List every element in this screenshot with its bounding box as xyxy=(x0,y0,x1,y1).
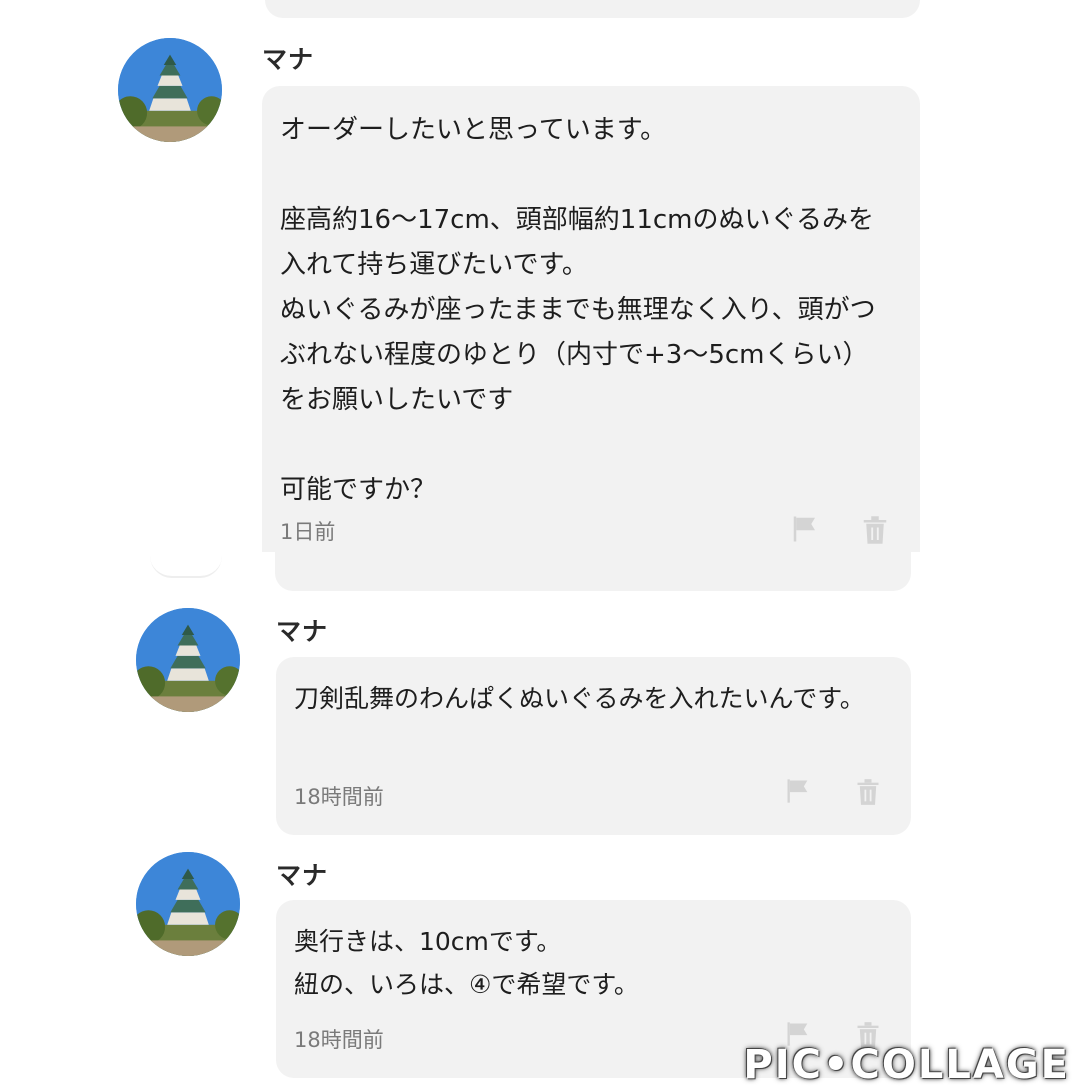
flag-icon[interactable] xyxy=(790,514,820,544)
timestamp: 18時間前 xyxy=(294,1028,384,1052)
sender-name: マナ xyxy=(276,617,329,646)
message-text: 刀剣乱舞のわんぱくぬいぐるみを入れたいんです。 xyxy=(294,684,865,713)
flag-icon[interactable] xyxy=(784,777,812,805)
avatar[interactable] xyxy=(136,852,240,956)
timestamp: 18時間前 xyxy=(294,785,384,809)
sender-name: マナ xyxy=(276,861,329,890)
sender-name: マナ xyxy=(262,45,315,74)
timestamp: 1日前 xyxy=(280,520,336,544)
previous-message-bubble xyxy=(275,545,911,591)
message-bubble: 刀剣乱舞のわんぱくぬいぐるみを入れたいんです。 18時間前 xyxy=(276,657,911,835)
message-bubble: オーダーしたいと思っています。 座高約16〜17cm、頭部幅約11cmのぬいぐる… xyxy=(262,86,920,556)
previous-message-bubble xyxy=(265,0,920,18)
castle-photo-icon xyxy=(118,38,222,142)
trash-icon[interactable] xyxy=(854,777,882,807)
watermark-logo: PIC•COLLAGE xyxy=(743,1042,1070,1088)
avatar[interactable] xyxy=(118,38,222,142)
castle-photo-icon xyxy=(136,852,240,956)
message-text: オーダーしたいと思っています。 座高約16〜17cm、頭部幅約11cmのぬいぐる… xyxy=(280,115,876,505)
avatar-edge xyxy=(150,556,222,578)
trash-icon[interactable] xyxy=(860,514,890,546)
message-text: 奥行きは、10cmです。 紐の、いろは、④で希望です。 xyxy=(294,927,639,999)
avatar[interactable] xyxy=(136,608,240,712)
castle-photo-icon xyxy=(136,608,240,712)
